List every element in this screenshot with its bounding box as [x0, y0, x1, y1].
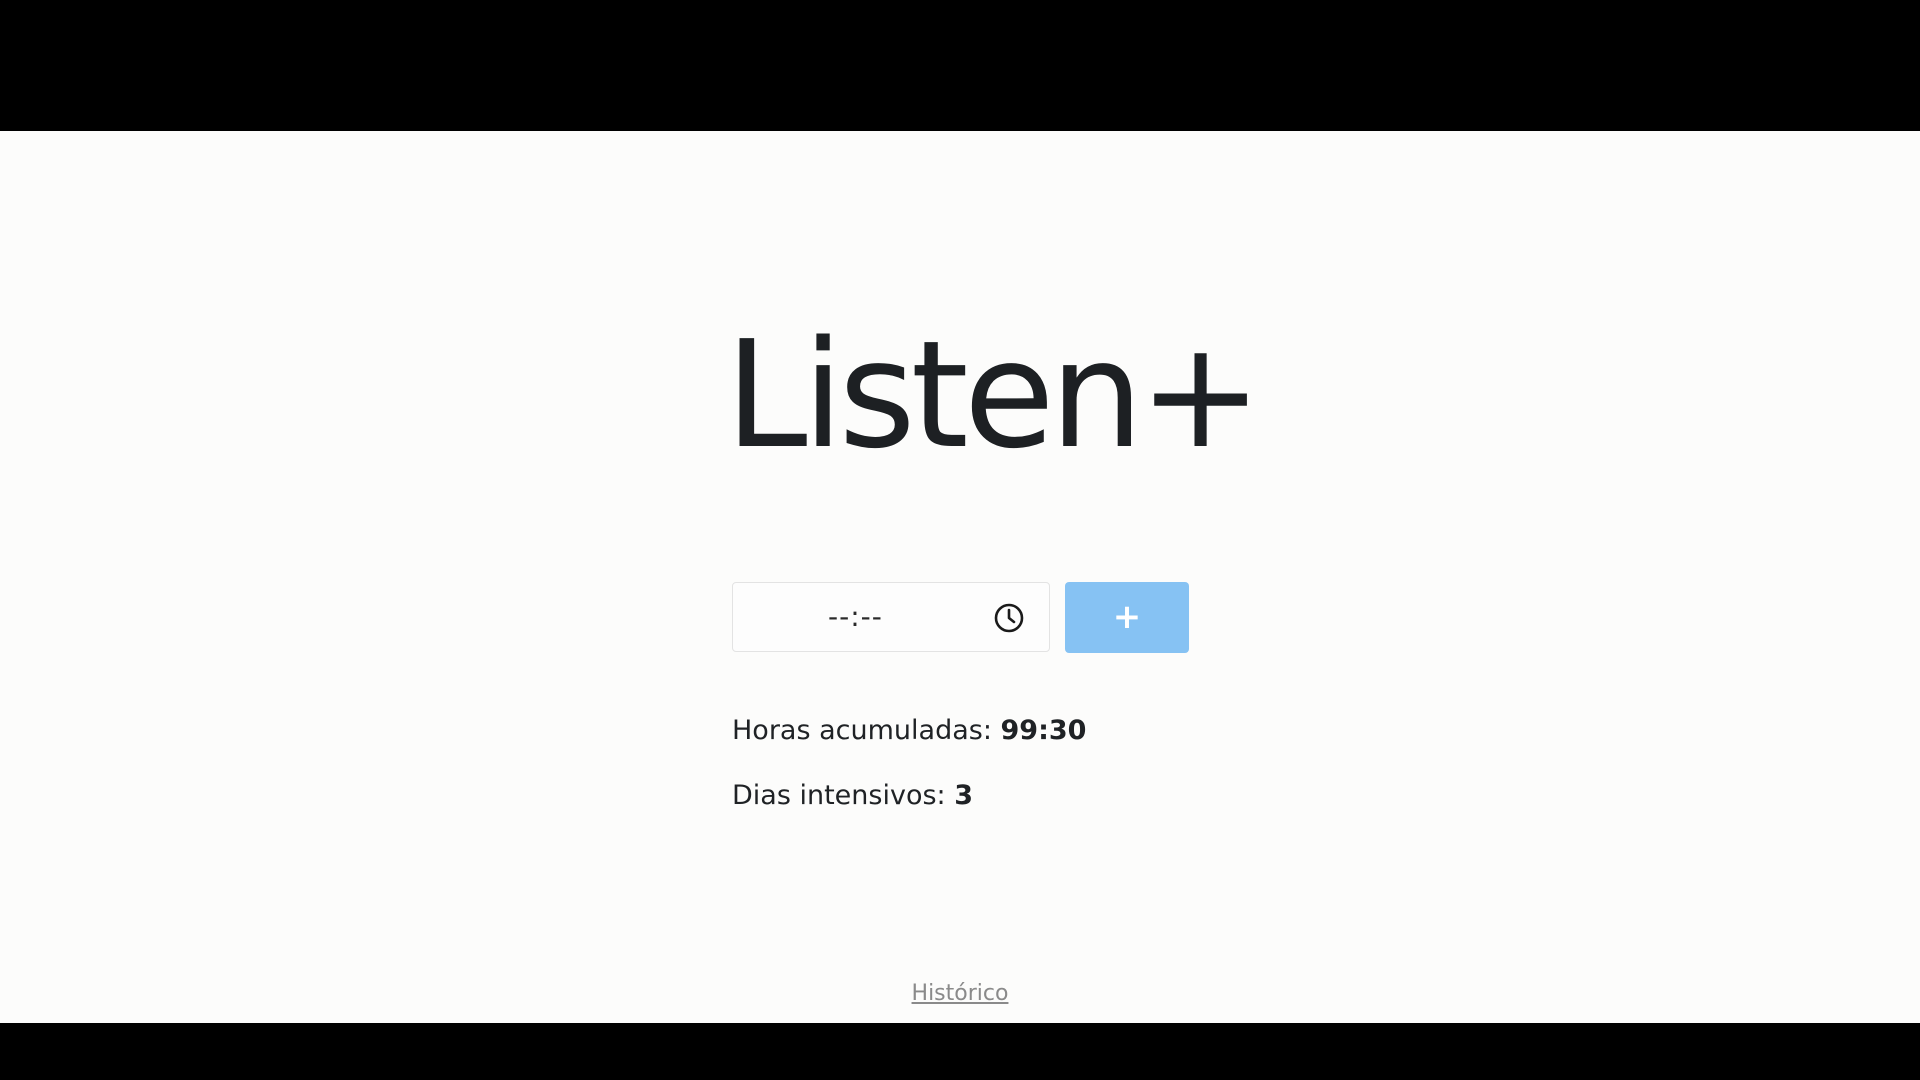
time-input-value: --:--: [828, 600, 883, 633]
accumulated-hours-value: 99:30: [1000, 715, 1087, 746]
history-link-container: Histórico: [0, 980, 1920, 1008]
app-title: Listen+: [725, 309, 1263, 481]
accumulated-hours-label: Horas acumuladas:: [732, 715, 1001, 746]
add-button[interactable]: +: [1065, 582, 1189, 653]
bottom-letterbox: [0, 1023, 1920, 1080]
intensive-days: Dias intensivos: 3: [732, 779, 973, 813]
time-input[interactable]: --:--: [732, 582, 1050, 652]
history-link[interactable]: Histórico: [912, 981, 1009, 1006]
intensive-days-value: 3: [954, 780, 974, 811]
accumulated-hours: Horas acumuladas: 99:30: [732, 714, 1086, 748]
clock-icon[interactable]: [993, 602, 1025, 634]
top-letterbox: [0, 0, 1920, 131]
page-body: Listen+ --:-- + Horas acumuladas: 99:30 …: [0, 131, 1920, 1023]
intensive-days-label: Dias intensivos:: [732, 780, 955, 811]
